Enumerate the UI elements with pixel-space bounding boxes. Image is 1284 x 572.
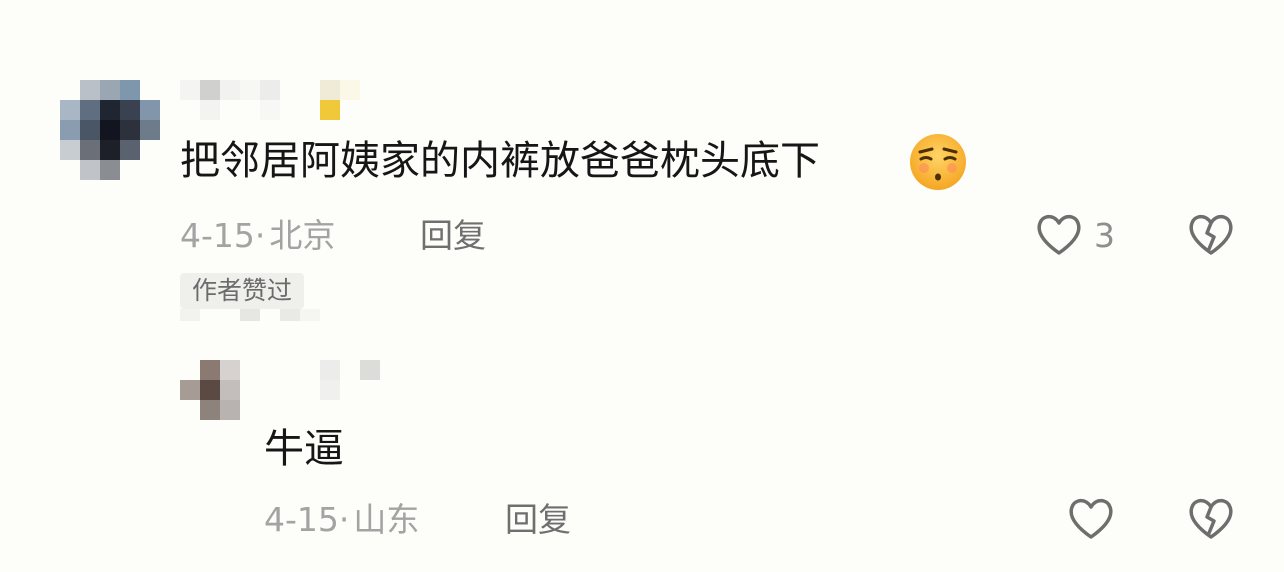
username[interactable]: [180, 80, 360, 120]
heart-outline-icon[interactable]: [1066, 495, 1116, 541]
meta-separator: ·: [254, 216, 266, 255]
smirk-face-emoji: [910, 134, 966, 190]
meta-separator: ·: [338, 500, 350, 539]
avatar[interactable]: [60, 80, 160, 180]
comment-text: 把邻居阿姨家的内裤放爸爸枕头底下: [180, 138, 820, 184]
comment-location: 北京: [269, 216, 336, 255]
username[interactable]: [320, 360, 380, 400]
broken-heart-icon[interactable]: [1186, 211, 1236, 257]
heart-outline-icon[interactable]: [1034, 211, 1084, 257]
avatar[interactable]: [180, 360, 240, 420]
comment-date: 4-15: [180, 216, 255, 255]
comment-date: 4-15: [264, 500, 339, 539]
censor-remnant: [180, 309, 340, 321]
comment-text: 牛逼: [264, 426, 344, 472]
broken-heart-icon[interactable]: [1186, 495, 1236, 541]
reply-button[interactable]: 回复: [505, 500, 571, 540]
reply-button[interactable]: 回复: [420, 216, 486, 256]
comment-location: 山东: [353, 500, 420, 539]
comment-meta: 4-15· 北京: [180, 216, 335, 256]
comment-thread: 把邻居阿姨家的内裤放爸爸枕头底下 4-15· 北京 回复 3 作者赞过 牛逼 4…: [0, 0, 1284, 572]
like-count: 3: [1094, 216, 1115, 255]
author-liked-badge: 作者赞过: [180, 273, 305, 309]
comment-meta: 4-15· 山东: [264, 500, 419, 540]
